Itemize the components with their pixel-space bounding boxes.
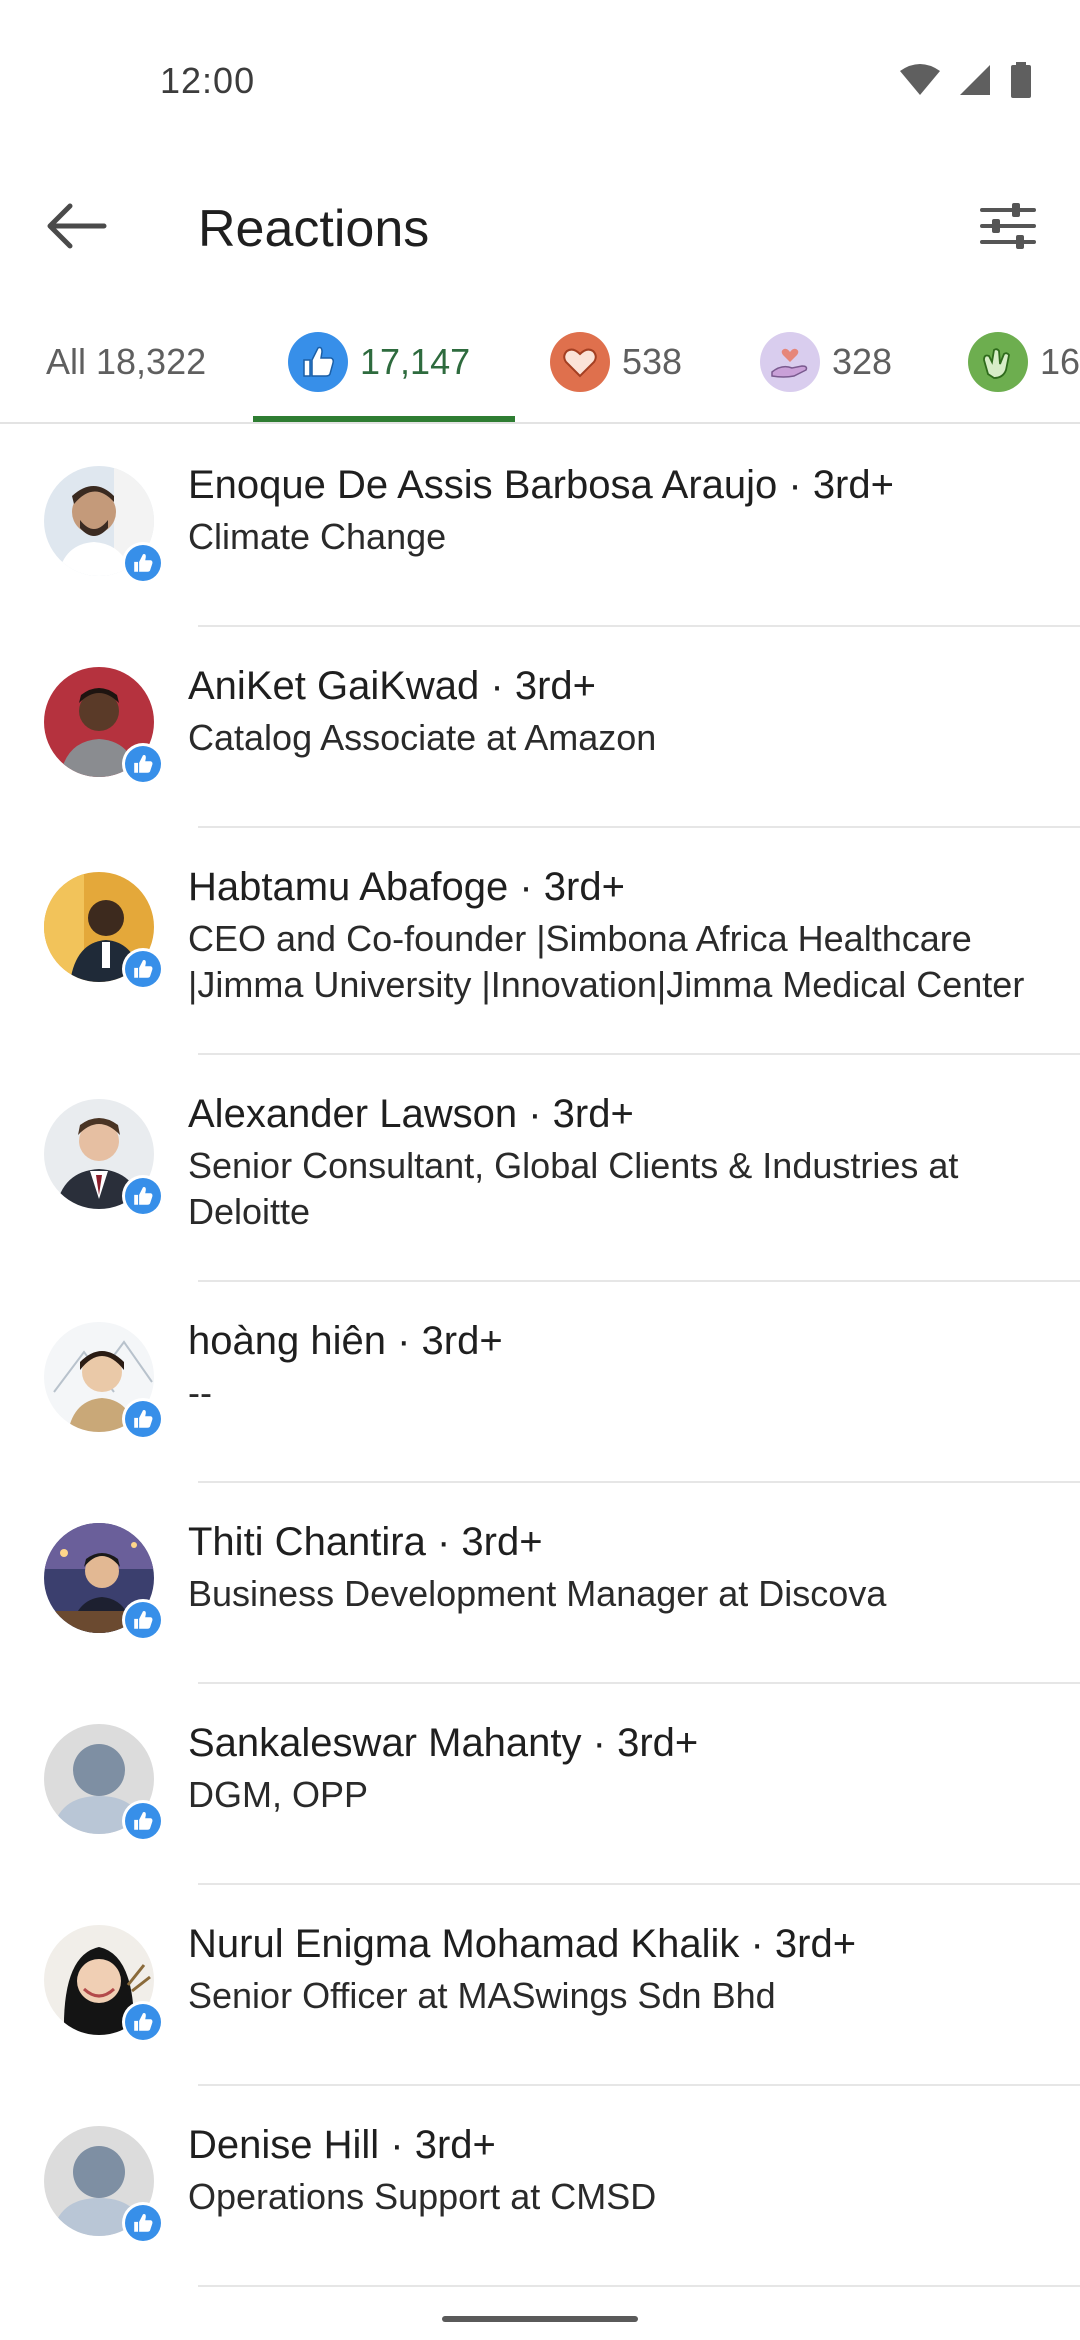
reactor-headline: -- [188,1372,212,1413]
reactor-headline: Senior Consultant, Global Clients & Indu… [188,1145,959,1232]
wifi-icon [900,64,940,95]
connection-degree: · 3rd+ [517,1092,634,1136]
active-tab-indicator [253,416,515,422]
reactor-name[interactable]: AniKet GaiKwad · 3rd+ [188,661,1040,711]
connection-degree: · 3rd+ [739,1922,857,1966]
reactor-headline: Operations Support at CMSD [188,2176,657,2217]
connection-degree: · 3rd+ [379,2123,496,2167]
list-item[interactable]: Sankaleswar Mahanty · 3rd+ DGM, OPP [0,1684,1080,1885]
reactor-headline: Senior Officer at MASwings Sdn Bhd [188,1975,776,2016]
list-item[interactable]: AniKet GaiKwad · 3rd+ Catalog Associate … [0,627,1080,828]
tab-support-count: 328 [832,341,893,382]
tab-love-count: 538 [622,341,683,382]
list-item[interactable]: Habtamu Abafoge · 3rd+ CEO and Co-founde… [0,828,1080,1055]
app-bar: Reactions [0,170,1080,320]
love-icon [550,332,610,392]
reactor-name[interactable]: Denise Hill · 3rd+ [188,2120,1040,2170]
like-icon [122,2001,164,2043]
like-icon [288,332,348,392]
status-bar: 12:00 [0,0,1080,170]
status-time: 12:00 [160,60,256,101]
list-item[interactable]: Denise Hill · 3rd+ Operations Support at… [0,2086,1080,2287]
reactor-headline: Catalog Associate at Amazon [188,717,657,758]
tab-like[interactable]: 17,147 [288,300,471,422]
list-item[interactable]: Alexander Lawson · 3rd+ Senior Consultan… [0,1055,1080,1282]
reactor-headline: Climate Change [188,516,447,557]
status-icons [900,62,1032,98]
list-item[interactable]: Nurul Enigma Mohamad Khalik · 3rd+ Senio… [0,1885,1080,2086]
page-title: Reactions [198,200,430,258]
gesture-navigation-bar[interactable] [442,2316,638,2322]
filter-button[interactable] [966,186,1050,266]
reactor-name[interactable]: hoàng hiên · 3rd+ [188,1316,1040,1366]
like-icon [122,1599,164,1641]
support-icon [760,332,820,392]
cellular-signal-icon [960,65,990,95]
like-icon [122,1175,164,1217]
like-icon [122,743,164,785]
reaction-tabs: All 18,322 17,147 538 328 16 [0,300,1080,424]
connection-degree: · 3rd+ [479,664,596,708]
like-icon [122,2202,164,2244]
sliders-icon [980,203,1036,249]
list-item[interactable]: hoàng hiên · 3rd+ -- [0,1282,1080,1483]
list-item[interactable]: Enoque De Assis Barbosa Araujo · 3rd+ Cl… [0,426,1080,627]
reactor-name[interactable]: Habtamu Abafoge · 3rd+ [188,862,1040,912]
tab-all-label: All 18,322 [46,341,207,382]
reactor-headline: CEO and Co-founder |Simbona Africa Healt… [188,918,1025,1005]
connection-degree: · 3rd+ [777,463,894,507]
reactor-name[interactable]: Nurul Enigma Mohamad Khalik · 3rd+ [188,1919,1040,1969]
connection-degree: · 3rd+ [385,1319,503,1363]
back-button[interactable] [36,186,116,266]
connection-degree: · 3rd+ [425,1520,543,1564]
like-icon [122,542,164,584]
like-icon [122,1800,164,1842]
tab-celebrate[interactable]: 16 [968,300,1080,422]
divider [198,2285,1080,2287]
tab-love[interactable]: 538 [550,300,683,422]
list-item[interactable]: Thiti Chantira · 3rd+ Business Developme… [0,1483,1080,1684]
reactor-name[interactable]: Enoque De Assis Barbosa Araujo · 3rd+ [188,460,1040,510]
reactor-list: Enoque De Assis Barbosa Araujo · 3rd+ Cl… [0,426,1080,2287]
celebrate-icon [968,332,1028,392]
connection-degree: · 3rd+ [508,865,625,909]
reactor-name[interactable]: Thiti Chantira · 3rd+ [188,1517,1040,1567]
tab-celebrate-count: 16 [1040,341,1080,382]
like-icon [122,1398,164,1440]
arrow-left-icon [47,203,107,249]
tab-all[interactable]: All 18,322 [46,300,207,422]
tab-like-count: 17,147 [360,341,471,382]
reactor-headline: DGM, OPP [188,1774,369,1815]
like-icon [122,948,164,990]
reactor-name[interactable]: Alexander Lawson · 3rd+ [188,1089,1040,1139]
connection-degree: · 3rd+ [581,1721,699,1765]
reactor-name[interactable]: Sankaleswar Mahanty · 3rd+ [188,1718,1040,1768]
tab-support[interactable]: 328 [760,300,893,422]
battery-icon [1011,62,1031,98]
reactor-headline: Business Development Manager at Discova [188,1573,887,1614]
